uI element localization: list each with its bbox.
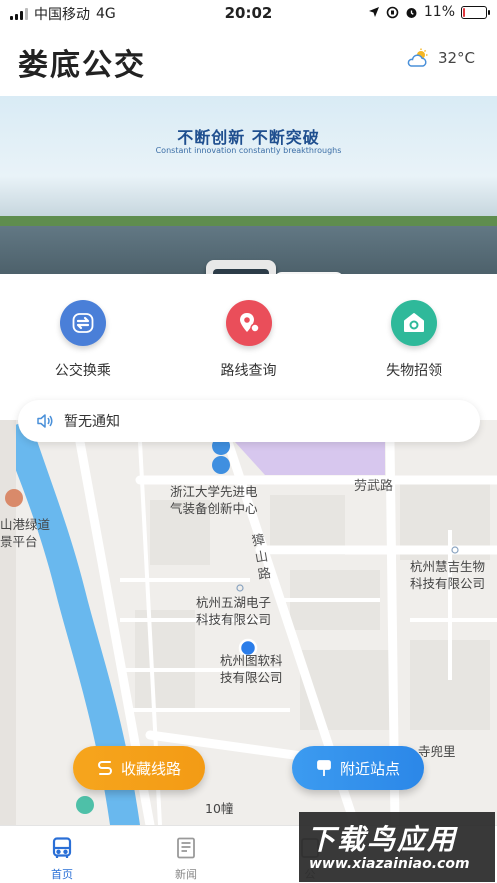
watermark-logo: 下载鸟应用 www.xiazainiao.com xyxy=(299,812,495,882)
speaker-icon xyxy=(37,414,53,428)
route-query-button[interactable]: 路线查询 xyxy=(166,300,332,390)
route-query-label: 路线查询 xyxy=(220,363,277,379)
map-label-zju: 浙江大学先进电 气装备创新中心 xyxy=(170,484,258,516)
partly-cloudy-icon xyxy=(407,48,428,67)
alarm-icon xyxy=(406,7,417,18)
bus-icon xyxy=(52,837,72,858)
nearby-stops-button[interactable]: 附近站点 xyxy=(292,746,424,790)
tab-home[interactable]: 首页 xyxy=(0,826,124,883)
favorite-routes-label: 收藏线路 xyxy=(120,759,181,778)
route-pin-icon xyxy=(225,300,272,346)
tab-home-label: 首页 xyxy=(51,868,73,881)
banner-slogan: 不断创新 不断突破 xyxy=(177,128,320,147)
tab-news-label: 新闻 xyxy=(175,868,197,881)
watermark-title: 下载鸟应用 xyxy=(307,823,458,856)
promo-banner[interactable]: 不断创新 不断突破 Constant innovation constantly… xyxy=(0,96,497,274)
poi-marker-gangdao xyxy=(5,489,23,507)
lost-found-button[interactable]: 失物招领 xyxy=(331,300,497,390)
status-bar: 中国移动 4G 20:02 11% xyxy=(0,0,497,26)
favorite-routes-button[interactable]: 收藏线路 xyxy=(73,746,205,790)
orientation-lock-icon xyxy=(386,6,399,18)
transfer-button[interactable]: 公交换乘 xyxy=(0,300,166,390)
nearby-stops-label: 附近站点 xyxy=(339,759,400,778)
quick-actions: 公交换乘 路线查询 失物招领 xyxy=(0,300,497,390)
watermark-url: www.xiazainiao.com xyxy=(309,856,470,872)
battery-percent: 11% xyxy=(423,4,455,20)
tab-news[interactable]: 新闻 xyxy=(124,826,248,883)
transfer-label: 公交换乘 xyxy=(54,363,111,379)
status-right: 11% xyxy=(368,4,490,20)
poi-dot-wuhu xyxy=(236,584,244,592)
location-arrow-icon xyxy=(368,7,379,17)
map-label-wuhu: 杭州五湖电子 科技有限公司 xyxy=(196,595,272,627)
map-label-huiji: 杭州慧吉生物 科技有限公司 xyxy=(410,559,486,591)
lost-found-label: 失物招领 xyxy=(386,363,443,379)
poi-marker-zju xyxy=(212,437,231,474)
transfer-icon xyxy=(59,300,106,346)
news-icon xyxy=(177,837,195,859)
battery-icon xyxy=(461,5,490,19)
banner-slogan-en: Constant innovation constantly breakthro… xyxy=(155,146,342,155)
temperature: 32°C xyxy=(437,49,475,67)
map-area-block xyxy=(235,442,385,475)
notice-bar[interactable]: 暂无通知 xyxy=(18,400,480,442)
route-s-icon xyxy=(98,761,112,775)
page-title: 娄底公交 xyxy=(18,48,146,83)
map-label-gangdao: 山港绿道 景平台 xyxy=(0,517,51,549)
poi-marker-building xyxy=(76,796,94,814)
notice-text: 暂无通知 xyxy=(64,414,120,430)
map-label-laowu-road: 劳武路 xyxy=(354,479,394,494)
lost-found-icon xyxy=(391,300,438,346)
weather-widget[interactable]: 32°C xyxy=(406,48,475,68)
map-label-building10: 10幢 xyxy=(205,801,234,816)
app-header: 娄底公交 32°C xyxy=(0,30,497,90)
bus-stop-icon xyxy=(317,760,331,776)
map-label-turuan: 杭州图软科 技有限公司 xyxy=(220,653,283,685)
banner-grass xyxy=(0,216,497,226)
map-label-sidouli: 寺兜里 xyxy=(418,744,456,759)
